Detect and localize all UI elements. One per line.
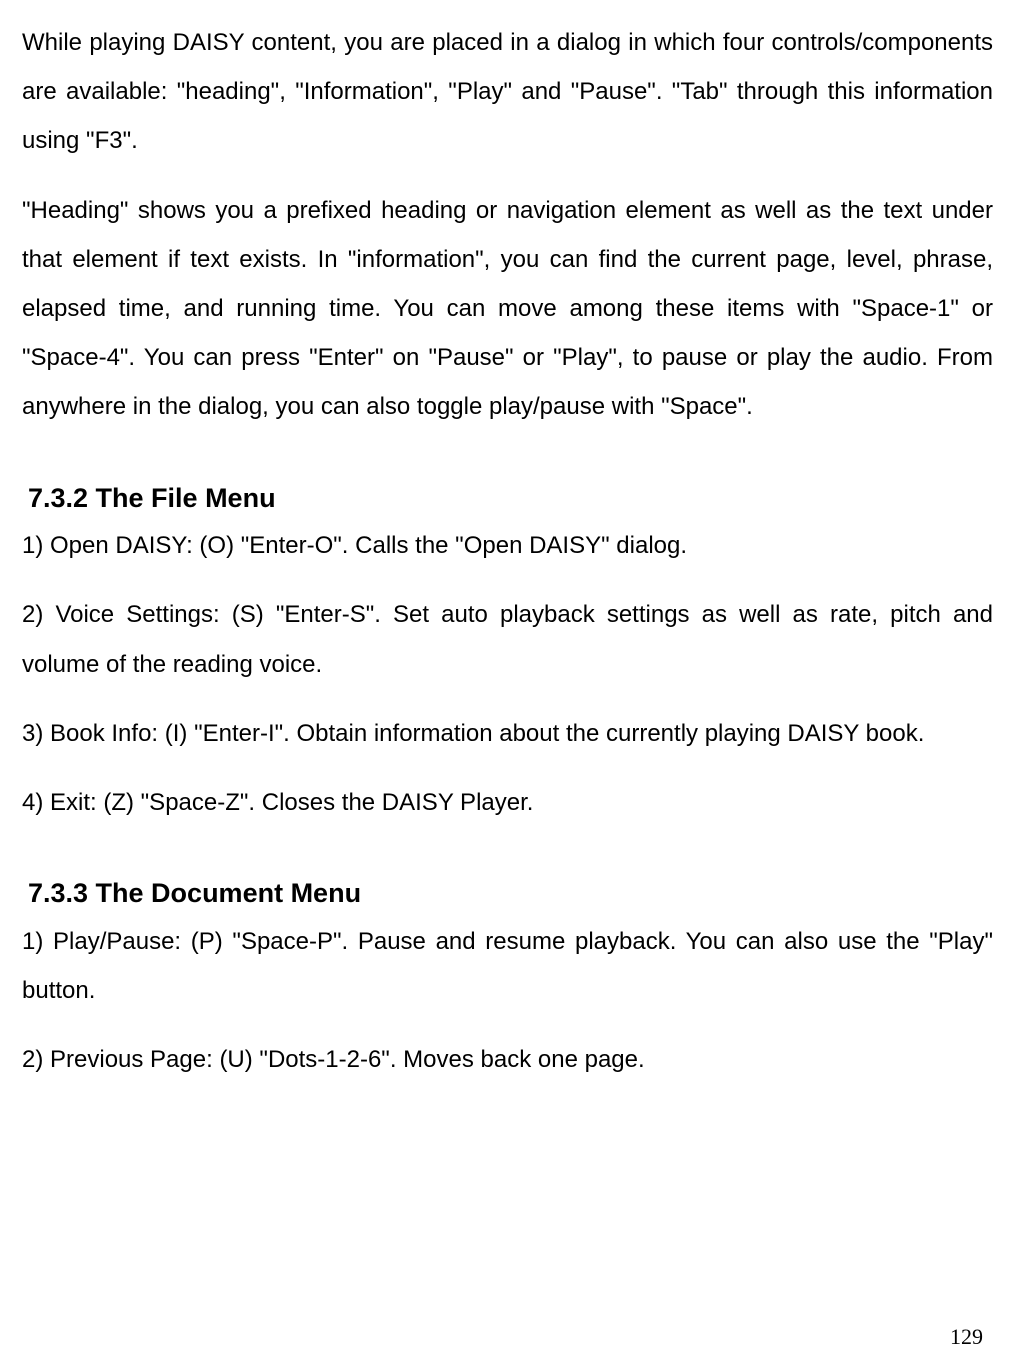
section-heading-732: 7.3.2 The File Menu	[28, 480, 993, 518]
body-paragraph: "Heading" shows you a prefixed heading o…	[22, 186, 993, 432]
page-number: 129	[950, 1314, 983, 1359]
list-item: 4) Exit: (Z) "Space-Z". Closes the DAISY…	[22, 778, 993, 827]
list-item: 3) Book Info: (I) "Enter-I". Obtain info…	[22, 709, 993, 758]
section-heading-733: 7.3.3 The Document Menu	[28, 875, 993, 913]
list-item: 1) Play/Pause: (P) "Space-P". Pause and …	[22, 917, 993, 1015]
list-item: 1) Open DAISY: (O) "Enter-O". Calls the …	[22, 521, 993, 570]
list-item: 2) Voice Settings: (S) "Enter-S". Set au…	[22, 590, 993, 688]
body-paragraph: While playing DAISY content, you are pla…	[22, 18, 993, 166]
list-item: 2) Previous Page: (U) "Dots-1-2-6". Move…	[22, 1035, 993, 1084]
